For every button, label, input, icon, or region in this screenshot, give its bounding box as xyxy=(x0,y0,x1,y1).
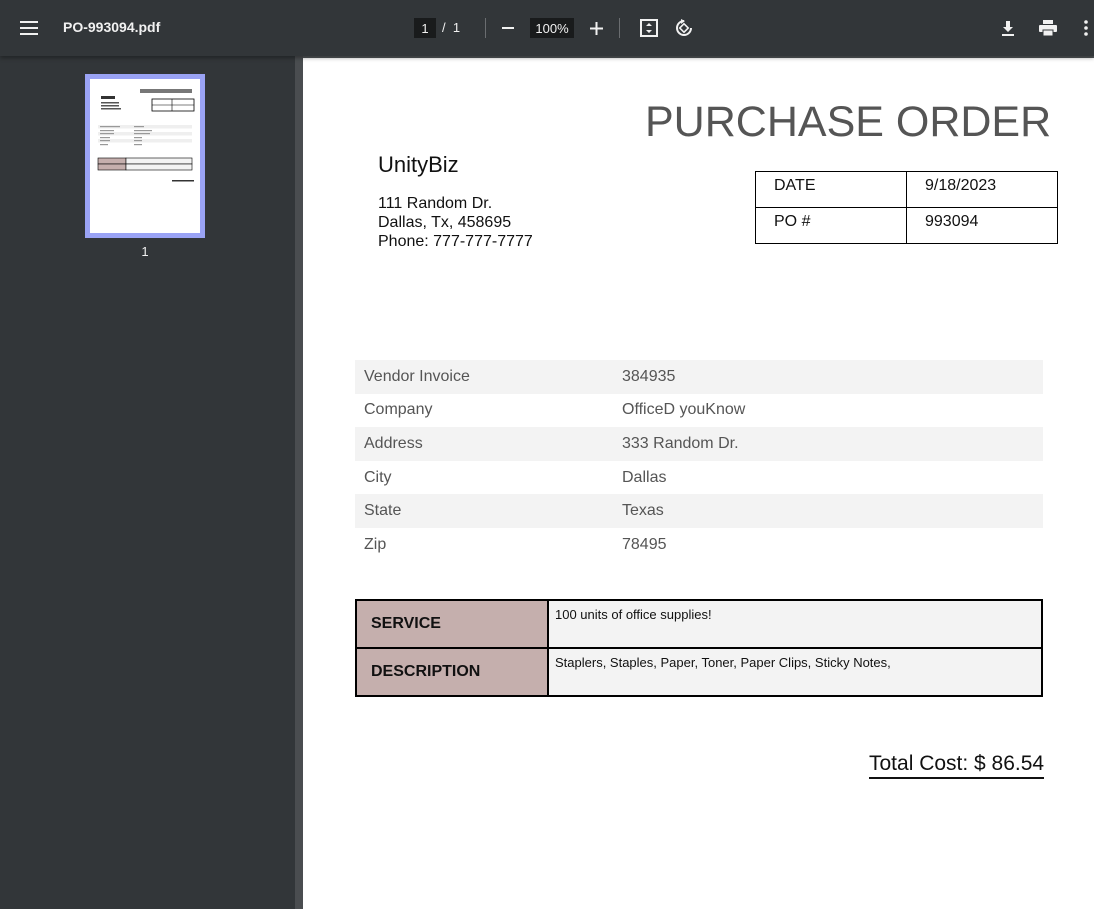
table-row: Company OfficeD youKnow xyxy=(355,394,1043,428)
minus-icon xyxy=(502,27,514,29)
state-label: State xyxy=(364,502,402,520)
vendor-invoice-label: Vendor Invoice xyxy=(364,367,470,385)
zip-value: 78495 xyxy=(622,535,667,553)
download-icon xyxy=(1002,21,1014,36)
state-value: Texas xyxy=(622,502,664,520)
date-label: DATE xyxy=(755,171,907,208)
toolbar-divider xyxy=(619,18,620,38)
thumbnail-page-label: 1 xyxy=(141,244,149,259)
service-table: SERVICE 100 units of office supplies! DE… xyxy=(355,599,1043,697)
city-label: City xyxy=(364,468,392,486)
address-line: 111 Random Dr. xyxy=(378,195,493,212)
rotate-button[interactable] xyxy=(671,15,697,41)
description-label: DESCRIPTION xyxy=(355,647,549,697)
pdf-page: PURCHASE ORDER UnityBiz 111 Random Dr. D… xyxy=(303,58,1094,909)
table-row: Address 333 Random Dr. xyxy=(355,427,1043,461)
zoom-out-button[interactable] xyxy=(497,16,519,40)
total-pages: 1 xyxy=(452,20,461,35)
table-row: SERVICE 100 units of office supplies! xyxy=(355,599,1043,649)
zoom-level-input[interactable]: 100% xyxy=(530,18,574,38)
thumbnail-preview xyxy=(90,79,200,233)
po-number-value: 993094 xyxy=(906,207,1058,244)
sidebar-resize-handle[interactable] xyxy=(295,56,303,909)
fit-page-button[interactable] xyxy=(636,15,662,41)
address-line: Dallas, Tx, 458695 xyxy=(378,214,512,231)
more-vert-icon xyxy=(1084,20,1088,36)
thumbnail-page-miniature xyxy=(97,89,195,182)
toolbar-divider xyxy=(485,18,486,38)
page-number-input[interactable]: 1 xyxy=(414,18,436,38)
service-value: 100 units of office supplies! xyxy=(547,599,1043,649)
service-label: SERVICE xyxy=(355,599,549,649)
address-value: 333 Random Dr. xyxy=(622,434,739,452)
date-value: 9/18/2023 xyxy=(906,171,1058,208)
menu-button[interactable] xyxy=(14,14,44,42)
company-value: OfficeD youKnow xyxy=(622,401,746,419)
vendor-invoice-value: 384935 xyxy=(622,367,676,385)
table-row: Zip 78495 xyxy=(355,528,1043,562)
zip-label: Zip xyxy=(364,535,387,553)
fit-page-icon xyxy=(640,19,658,37)
page-thumbnail[interactable] xyxy=(85,74,205,238)
table-row: PO # 993094 xyxy=(755,207,1058,244)
description-value: Staplers, Staples, Paper, Toner, Paper C… xyxy=(547,647,1043,697)
vendor-info-table: Vendor Invoice 384935 Company OfficeD yo… xyxy=(355,360,1043,562)
document-filename: PO-993094.pdf xyxy=(63,19,161,35)
city-value: Dallas xyxy=(622,468,667,486)
page-count: / 1 xyxy=(442,20,460,35)
page-separator: / xyxy=(442,20,446,35)
plus-icon xyxy=(589,21,603,35)
company-name: UnityBiz xyxy=(378,152,459,177)
po-number-label: PO # xyxy=(755,207,907,244)
table-row: City Dallas xyxy=(355,461,1043,495)
company-label: Company xyxy=(364,401,433,419)
zoom-in-button[interactable] xyxy=(585,16,607,40)
table-row: State Texas xyxy=(355,494,1043,528)
rotate-icon xyxy=(676,19,692,36)
hamburger-icon xyxy=(20,21,38,35)
document-title: PURCHASE ORDER xyxy=(645,98,1052,146)
print-icon xyxy=(1039,20,1057,36)
download-button[interactable] xyxy=(995,15,1021,41)
more-actions-button[interactable] xyxy=(1078,15,1094,41)
print-button[interactable] xyxy=(1035,15,1061,41)
date-po-table: DATE 9/18/2023 PO # 993094 xyxy=(755,171,1058,244)
table-row: Vendor Invoice 384935 xyxy=(355,360,1043,394)
table-row: DATE 9/18/2023 xyxy=(755,171,1058,208)
total-cost: Total Cost: $ 86.54 xyxy=(869,752,1045,779)
table-row: DESCRIPTION Staplers, Staples, Paper, To… xyxy=(355,647,1043,697)
pdf-toolbar: PO-993094.pdf 1 / 1 100% xyxy=(0,0,1094,56)
address-label: Address xyxy=(364,434,423,452)
phone-line: Phone: 777-777-7777 xyxy=(378,233,533,250)
